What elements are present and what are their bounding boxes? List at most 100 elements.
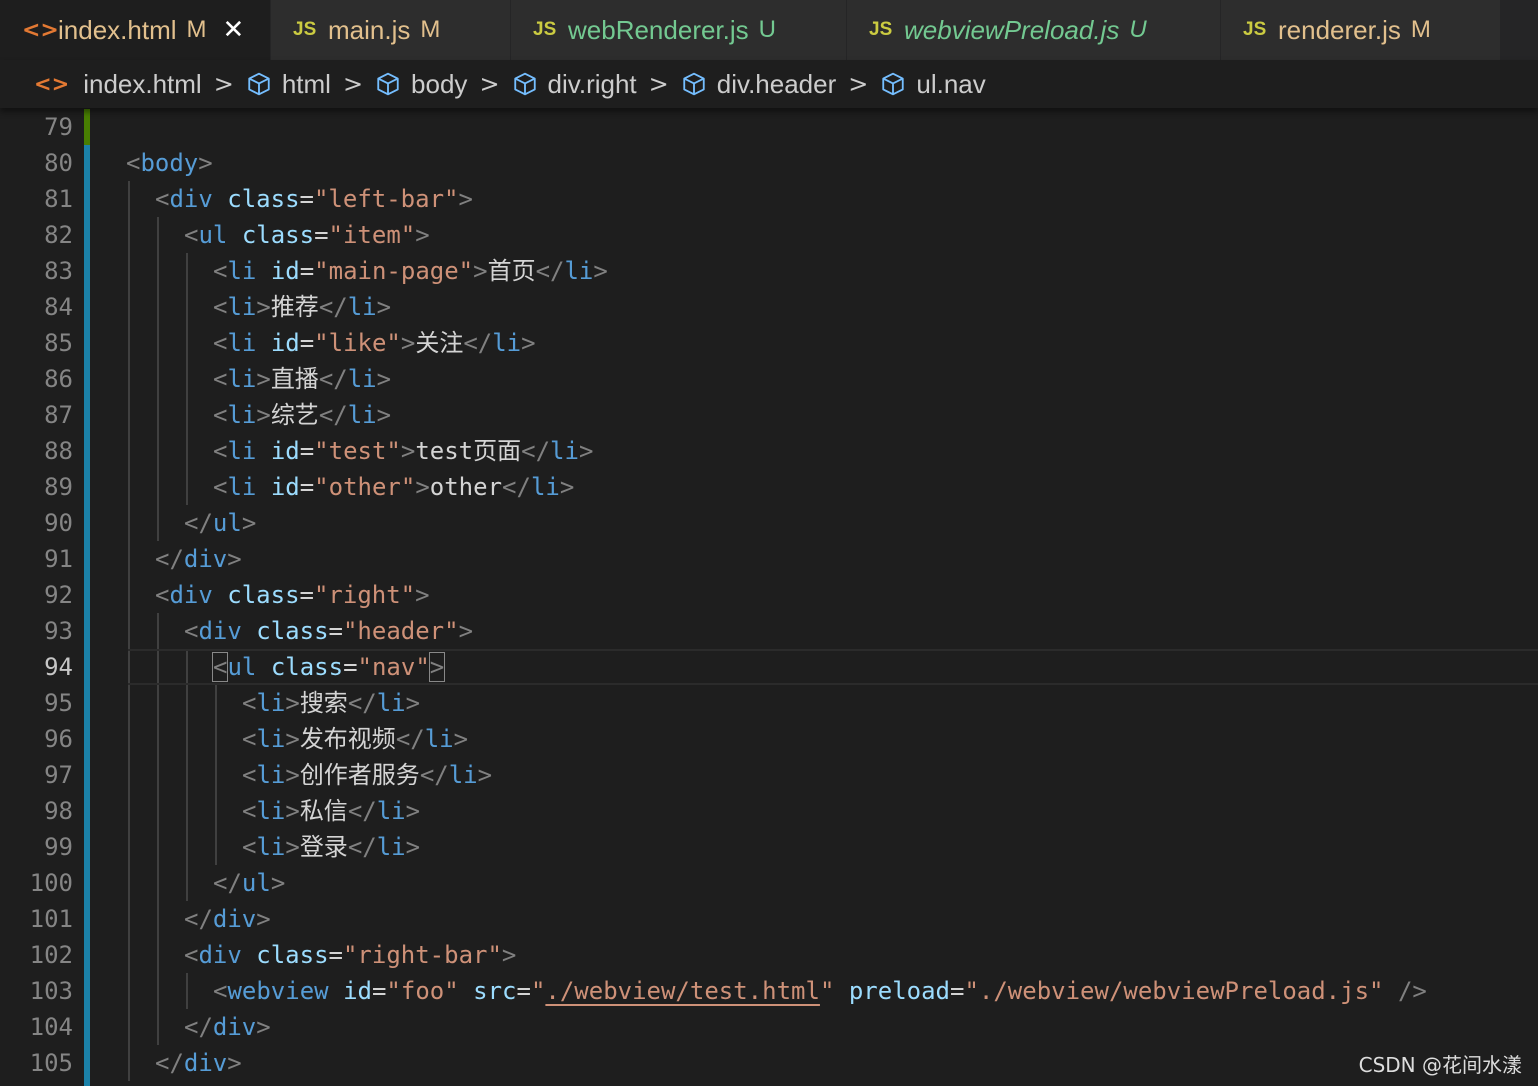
tab-label: webRenderer.js <box>568 14 749 45</box>
bracket: </ <box>502 473 531 501</box>
bracket: </ <box>463 329 493 357</box>
bracket: > <box>198 149 213 177</box>
code-text: <li id="like">关注</li> <box>213 325 536 361</box>
code-line[interactable]: 101 </div> <box>0 901 1538 937</box>
tab-webRenderer-js[interactable]: JS webRenderer.js U <box>511 0 847 60</box>
tag-name: li <box>256 689 286 717</box>
code-line[interactable]: 81 <div class="left-bar"> <box>0 181 1538 217</box>
indent-guide <box>157 469 159 505</box>
attribute-value: "like" <box>314 329 401 357</box>
bracket: </ <box>395 725 425 753</box>
bracket: > <box>376 365 392 393</box>
indent-guide <box>128 613 130 649</box>
line-number: 94 <box>44 653 73 681</box>
text-content <box>834 977 848 1005</box>
attribute-name: id <box>270 257 300 285</box>
code-line[interactable]: 80 <body> <box>0 145 1538 181</box>
attribute-name: id <box>343 977 372 1005</box>
code-line[interactable]: 100 </ul> <box>0 865 1538 901</box>
code-text: <li>搜索</li> <box>242 685 420 721</box>
tag-name: li <box>376 797 406 825</box>
code-line[interactable]: 105 </div> <box>0 1045 1538 1081</box>
html-icon: <> <box>22 17 59 43</box>
code-line[interactable]: 79 <box>0 109 1538 145</box>
line-number: 79 <box>44 113 73 141</box>
code-text: <body> <box>126 145 213 181</box>
file-link[interactable]: ./webview/test.html <box>545 977 820 1005</box>
tag-name: li <box>227 437 257 465</box>
cube-icon <box>681 71 707 97</box>
breadcrumb-item-index-html[interactable]: <> index.html <box>34 69 202 100</box>
code-line[interactable]: 90 </ul> <box>0 505 1538 541</box>
matched-bracket: < <box>211 652 229 682</box>
tab-index-html[interactable]: <> index.html M ✕ <box>0 0 271 60</box>
attribute-name: class <box>256 617 329 645</box>
code-line[interactable]: 96 <li>发布视频</li> <box>0 721 1538 757</box>
code-line[interactable]: 82 <ul class="item"> <box>0 217 1538 253</box>
code-line[interactable]: 92 <div class="right"> <box>0 577 1538 613</box>
code-line[interactable]: 84 <li>推荐</li> <box>0 289 1538 325</box>
breadcrumb: <> index.html > html > body > div.right > div.hea… <box>0 60 1538 108</box>
close-icon[interactable]: ✕ <box>223 15 245 45</box>
bracket: > <box>453 725 469 753</box>
breadcrumb-label: html <box>281 68 331 99</box>
code-text: <li>私信</li> <box>242 793 420 829</box>
code-line[interactable]: 103 <webview id="foo" src="./webview/test… <box>0 973 1538 1009</box>
bracket: < <box>213 977 228 1005</box>
breadcrumb-item-div-right[interactable]: div.right <box>512 69 637 100</box>
code-line[interactable]: 99 <li>登录</li> <box>0 829 1538 865</box>
code-line[interactable]: 87 <li>综艺</li> <box>0 397 1538 433</box>
code-editor[interactable]: 79 80 <body> 81 <div class="left-bar"> 82 <ul … <box>0 108 1538 1086</box>
code-line[interactable]: 93 <div class="header"> <box>0 613 1538 649</box>
tag-name: div <box>169 185 213 213</box>
breadcrumb-item-html[interactable]: html <box>246 69 331 100</box>
indent-guide <box>186 649 188 685</box>
tag-name: div <box>169 581 213 609</box>
text-content <box>213 581 227 609</box>
code-line[interactable]: 91 </div> <box>0 541 1538 577</box>
tab-webviewPreload-js[interactable]: JS webviewPreload.js U <box>847 0 1221 60</box>
indent-guide <box>128 253 130 289</box>
code-line[interactable]: 89 <li id="other">other</li> <box>0 469 1538 505</box>
line-number: 86 <box>44 365 73 393</box>
breadcrumb-item-body[interactable]: body <box>375 69 467 100</box>
indent-guide <box>157 973 159 1009</box>
tag-name: li <box>347 293 377 321</box>
text-content <box>256 437 270 465</box>
text-content: 发布视频 <box>299 725 396 753</box>
line-number: 96 <box>44 725 73 753</box>
bracket: < <box>126 149 141 177</box>
tag-name: li <box>227 257 257 285</box>
indent-guide <box>128 217 130 253</box>
tab-renderer-js[interactable]: JS renderer.js M <box>1221 0 1501 60</box>
matched-bracket: > <box>428 652 446 682</box>
code-line[interactable]: 95 <li>搜索</li> <box>0 685 1538 721</box>
indent-guide <box>128 937 130 973</box>
code-line[interactable]: 104 </div> <box>0 1009 1538 1045</box>
code-line[interactable]: 98 <li>私信</li> <box>0 793 1538 829</box>
tag-name: li <box>347 401 377 429</box>
breadcrumb-item-ul-nav[interactable]: ul.nav <box>880 69 986 100</box>
indent-guide <box>157 793 159 829</box>
line-number: 88 <box>44 437 73 465</box>
chevron-right-icon: > <box>848 70 869 98</box>
bracket: < <box>213 329 228 357</box>
code-text: </ul> <box>184 505 256 541</box>
bracket: </ <box>184 509 213 537</box>
indent-guide <box>215 757 217 793</box>
code-line[interactable]: 88 <li id="test">test页面</li> <box>0 433 1538 469</box>
indent-guide <box>157 505 159 541</box>
code-line[interactable]: 102 <div class="right-bar"> <box>0 937 1538 973</box>
code-line[interactable]: 86 <li>直播</li> <box>0 361 1538 397</box>
breadcrumb-item-div-header[interactable]: div.header <box>681 69 836 100</box>
bracket: > <box>285 689 300 717</box>
code-line[interactable]: 83 <li id="main-page">首页</li> <box>0 253 1538 289</box>
bracket: </ <box>347 689 377 717</box>
code-line[interactable]: 94 <ul class="nav"> <box>0 649 1538 685</box>
code-line[interactable]: 97 <li>创作者服务</li> <box>0 757 1538 793</box>
line-number: 104 <box>29 1013 73 1041</box>
attribute-name: id <box>270 473 300 501</box>
code-line[interactable]: 85 <li id="like">关注</li> <box>0 325 1538 361</box>
tab-main-js[interactable]: JS main.js M <box>271 0 511 60</box>
code-text: <li>登录</li> <box>242 829 420 865</box>
